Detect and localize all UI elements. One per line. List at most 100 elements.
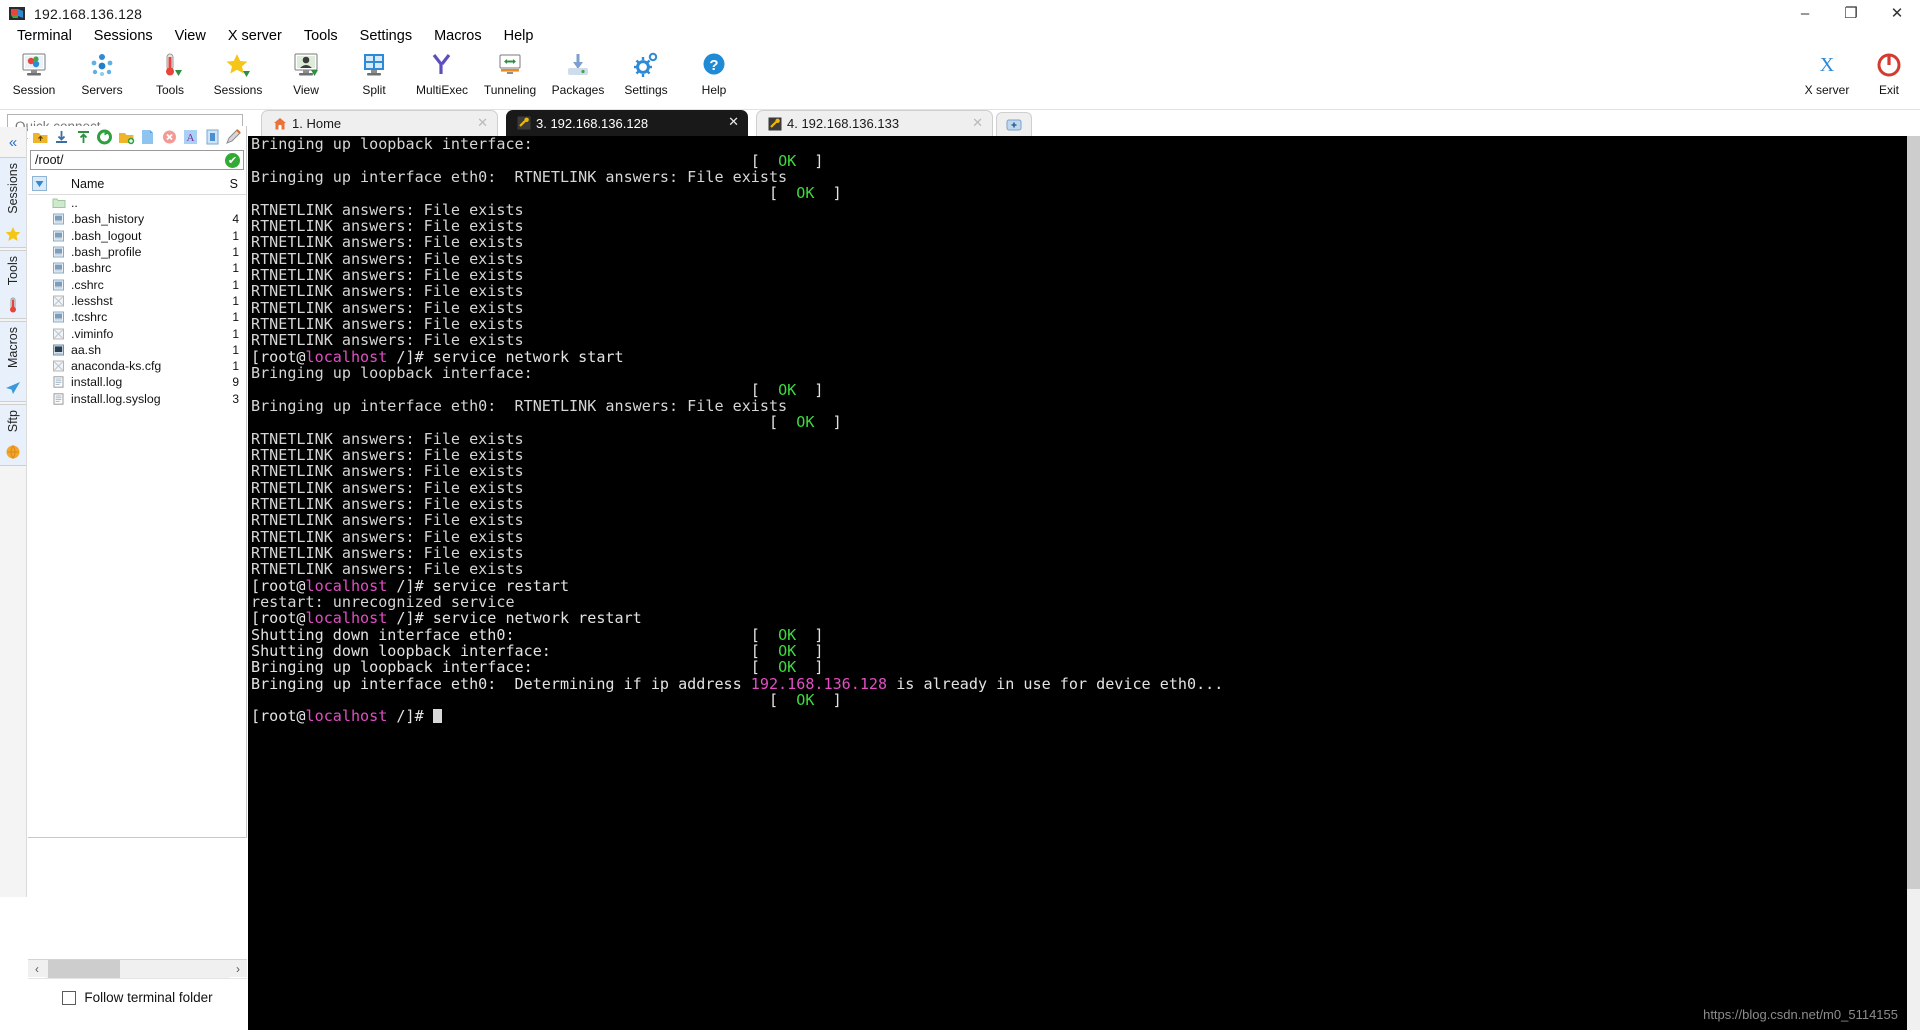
terminal-active-prompt[interactable]: [root@localhost /]# [250, 708, 1920, 725]
title-bar: 192.168.136.128 – ❐ ✕ [0, 0, 1920, 27]
ssh-key-icon [768, 117, 782, 131]
file-name: .bash_profile [71, 245, 142, 260]
new-tab-button[interactable] [996, 112, 1032, 136]
file-row[interactable]: .bash_logout 1 [28, 228, 246, 244]
terminal-scrollbar[interactable]: ▲ [1907, 116, 1920, 1030]
scroll-right-arrow[interactable]: › [229, 962, 247, 976]
tab-3[interactable]: 4. 192.168.136.133 ✕ [756, 110, 993, 136]
file-size: 1 [232, 326, 239, 341]
packages-icon [564, 50, 592, 80]
close-button[interactable]: ✕ [1874, 0, 1920, 27]
toolbar-button-servers[interactable]: Servers [68, 50, 136, 97]
toolbar-button-exit[interactable]: Exit [1858, 50, 1920, 97]
menu-item-sessions[interactable]: Sessions [83, 27, 164, 45]
file-row[interactable]: .tcshrc 1 [28, 309, 246, 325]
column-header-name[interactable]: Name [71, 177, 104, 191]
collapse-rail-button[interactable]: « [0, 127, 26, 157]
split-icon [360, 50, 388, 80]
file-name: .bash_history [71, 212, 145, 227]
raw-mode-icon[interactable] [203, 128, 222, 147]
menu-item-settings[interactable]: Settings [349, 27, 423, 45]
toolbar-button-sessions[interactable]: Sessions [204, 50, 272, 97]
new-file-icon[interactable] [139, 128, 158, 147]
multiexec-icon [428, 50, 456, 80]
tab-close-button[interactable]: ✕ [728, 115, 739, 128]
scroll-track[interactable] [46, 959, 229, 978]
file-row[interactable]: .bash_profile 1 [28, 244, 246, 260]
sort-dropdown-icon[interactable] [32, 176, 47, 191]
terminal-scroll-thumb[interactable] [1907, 129, 1920, 889]
file-row[interactable]: anaconda-ks.cfg 1 [28, 358, 246, 374]
download-icon[interactable] [53, 128, 72, 147]
delete-icon[interactable] [160, 128, 179, 147]
x-server-icon: X [1813, 50, 1841, 80]
menu-item-x-server[interactable]: X server [217, 27, 293, 45]
menu-item-macros[interactable]: Macros [423, 27, 493, 45]
toolbar-button-view[interactable]: View [272, 50, 340, 97]
refresh-icon[interactable] [96, 128, 115, 147]
terminal-line: RTNETLINK answers: File exists [251, 233, 524, 252]
rail-group-tools[interactable]: Tools [0, 249, 26, 319]
view-icon [292, 50, 320, 80]
toolbar-button-split[interactable]: Split [340, 50, 408, 97]
toolbar-button-multiexec[interactable]: MultiExec [408, 50, 476, 97]
rail-label-tools: Tools [6, 255, 20, 285]
toolbar-button-tools[interactable]: Tools [136, 50, 204, 97]
toolbar-button-tunneling[interactable]: Tunneling [476, 50, 544, 97]
tunneling-icon [496, 50, 524, 80]
file-size: 9 [232, 375, 239, 390]
menu-item-view[interactable]: View [164, 27, 217, 45]
menu-item-tools[interactable]: Tools [293, 27, 349, 45]
menu-item-help[interactable]: Help [493, 27, 545, 45]
file-row[interactable]: .bash_history 4 [28, 211, 246, 227]
follow-terminal-folder-checkbox[interactable] [62, 990, 77, 1005]
log-file-icon [51, 392, 67, 406]
new-folder-icon[interactable] [117, 128, 136, 147]
file-row[interactable]: .cshrc 1 [28, 276, 246, 292]
text-mode-icon[interactable]: A [182, 128, 201, 147]
file-row[interactable]: aa.sh 1 [28, 342, 246, 358]
file-row[interactable]: .. [28, 195, 246, 211]
tab-close-button[interactable]: ✕ [477, 116, 488, 129]
tab-2[interactable]: 3. 192.168.136.128 ✕ [506, 110, 748, 136]
file-row[interactable]: install.log.syslog 3 [28, 391, 246, 407]
file-name: install.log [71, 375, 123, 390]
scroll-left-arrow[interactable]: ‹ [28, 962, 46, 976]
up-folder-icon[interactable] [31, 128, 50, 147]
scroll-thumb[interactable] [48, 959, 120, 978]
sftp-horizontal-scrollbar[interactable]: ‹ › [28, 959, 247, 978]
file-size: 1 [232, 293, 239, 308]
toolbar-button-help[interactable]: ? Help [680, 50, 748, 97]
terminal-area[interactable]: [root@localhost /]# service network star… [248, 116, 1920, 1030]
file-row[interactable]: .lesshst 1 [28, 293, 246, 309]
sftp-path-bar[interactable]: /root/ ✔ [30, 150, 244, 170]
tab-1[interactable]: 1. Home ✕ [261, 110, 498, 136]
tab-close-button[interactable]: ✕ [972, 116, 983, 129]
file-row[interactable]: .bashrc 1 [28, 260, 246, 276]
file-row[interactable]: install.log 9 [28, 374, 246, 390]
minimize-button[interactable]: – [1782, 0, 1828, 27]
file-row[interactable]: .viminfo 1 [28, 325, 246, 341]
edit-icon[interactable] [225, 128, 244, 147]
terminal-status-line: [ OK ] [251, 691, 842, 710]
toolbar-button-x-server[interactable]: X X server [1796, 50, 1858, 97]
maximize-button[interactable]: ❐ [1828, 0, 1874, 27]
toolbar-button-packages[interactable]: Packages [544, 50, 612, 97]
column-header-size[interactable]: S [230, 177, 238, 191]
follow-terminal-folder-row[interactable]: Follow terminal folder [28, 978, 247, 1016]
rail-group-macros[interactable]: Macros [0, 320, 26, 402]
tools-icon [156, 50, 184, 80]
rail-group-sftp[interactable]: Sftp [0, 403, 26, 467]
terminal-line: RTNETLINK answers: File exists [251, 560, 524, 579]
menu-item-terminal[interactable]: Terminal [6, 27, 83, 45]
toolbar-button-settings[interactable]: Settings [612, 50, 680, 97]
terminal-line: Bringing up loopback interface: [251, 364, 533, 383]
upload-icon[interactable] [74, 128, 93, 147]
file-name: anaconda-ks.cfg [71, 359, 162, 374]
file-size: 1 [232, 277, 239, 292]
terminal-line: RTNETLINK answers: File exists [251, 217, 524, 236]
file-name: install.log.syslog [71, 391, 161, 406]
star-icon [0, 221, 26, 247]
rail-group-sessions[interactable]: Sessions [0, 157, 26, 248]
toolbar-button-session[interactable]: Session [0, 50, 68, 97]
